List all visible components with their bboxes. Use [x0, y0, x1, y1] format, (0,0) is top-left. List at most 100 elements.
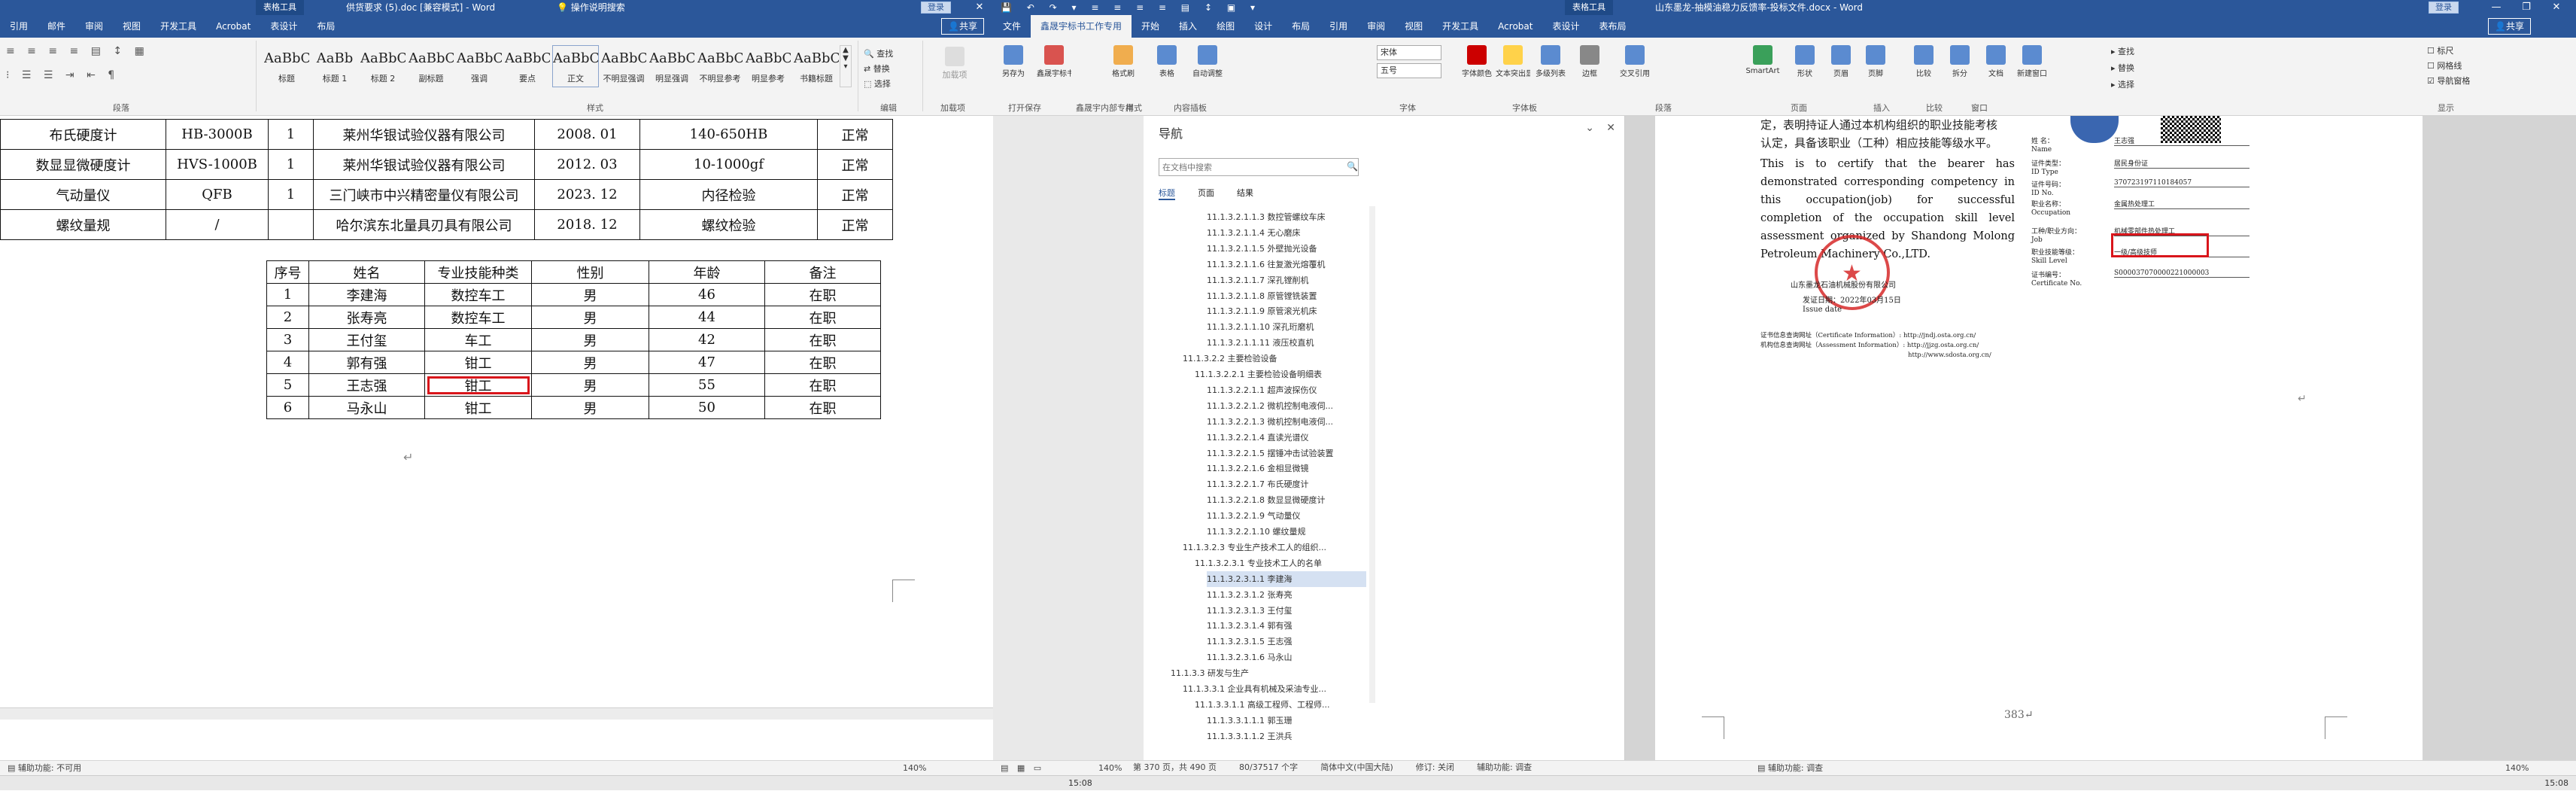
style-11[interactable]: AaBbCcDd书籍标题 [793, 45, 840, 87]
right-status-accessibility[interactable]: ▤ 辅助功能: 调查 [1757, 761, 1823, 776]
nav-heading-item[interactable]: 11.1.3.3.1.1.1 郭玉珊 [1207, 713, 1366, 729]
nav-heading-item[interactable]: 11.1.3.2.3 专业生产技术工人的组织... [1183, 540, 1366, 555]
right-ribbon-button-4[interactable]: 自动调整 [1190, 45, 1225, 78]
left-share-button[interactable]: 👤共享 [941, 18, 984, 35]
table-cell[interactable]: 55 [649, 374, 765, 397]
table-cell[interactable]: 在职 [765, 397, 881, 419]
table-cell[interactable]: 2023. 12 [535, 180, 640, 210]
table-cell[interactable]: 王付玺 [309, 329, 425, 351]
nav-heading-item[interactable]: 11.1.3.2.2.1 主要检验设备明细表 [1195, 367, 1366, 382]
table-cell[interactable]: 2 [267, 306, 309, 329]
table-cell[interactable]: 气动量仪 [1, 180, 166, 210]
nav-tab-results[interactable]: 结果 [1237, 187, 1253, 200]
right-tab-2[interactable]: 开始 [1132, 15, 1169, 38]
table-cell[interactable]: 1 [269, 180, 314, 210]
nav-pane-checkbox[interactable]: ☑ 导航窗格 [2427, 74, 2470, 89]
table-cell[interactable]: 男 [532, 284, 649, 306]
right-tab-13[interactable]: 表布局 [1589, 15, 1636, 38]
ruler-checkbox[interactable]: ☐ 标尺 [2427, 44, 2470, 59]
right-tab-8[interactable]: 审阅 [1357, 15, 1395, 38]
nav-heading-item[interactable]: 11.1.3.3.1.1 高级工程师、工程师... [1195, 697, 1366, 713]
right-ribbon-button-9[interactable]: 交叉引用 [1618, 45, 1652, 78]
style-1[interactable]: AaBb标题 1 [311, 45, 358, 87]
table-cell[interactable]: 10-1000gf [640, 150, 818, 180]
right-ribbon-button-14[interactable]: 比较 [1906, 45, 1941, 78]
status-page[interactable]: 第 370 页，共 490 页 [1133, 760, 1217, 775]
style-7[interactable]: AaBbCcDd不明显强调 [600, 45, 647, 87]
table-cell[interactable]: 性别 [532, 261, 649, 284]
table-cell[interactable]: 男 [532, 397, 649, 419]
table-cell[interactable]: 螺纹检验 [640, 210, 818, 240]
status-accessibility[interactable]: 辅助功能: 调查 [1477, 760, 1532, 775]
right-maximize-icon[interactable]: ❐ [2513, 0, 2540, 15]
table-cell[interactable]: HVS-1000B [166, 150, 269, 180]
table-cell[interactable]: 钳工 [425, 351, 532, 374]
nav-search-input[interactable] [1159, 158, 1359, 176]
table-cell[interactable]: 在职 [765, 329, 881, 351]
nav-heading-item[interactable]: 11.1.3.2.1.1.11 液压校直机 [1207, 335, 1366, 351]
right-tab-5[interactable]: 设计 [1244, 15, 1282, 38]
font-name-select[interactable]: 宋体 [1377, 45, 1441, 60]
right-tab-7[interactable]: 引用 [1320, 15, 1357, 38]
right-ribbon-button-18[interactable]: ▸ 查找 [2111, 45, 2146, 57]
table-cell[interactable]: 47 [649, 351, 765, 374]
right-tab-4[interactable]: 绘图 [1207, 15, 1244, 38]
left-document-area[interactable]: 布氏硬度计HB-3000B1莱州华银试验仪器有限公司2008. 01140-65… [0, 116, 993, 760]
table-cell[interactable]: 正常 [818, 120, 893, 150]
nav-heading-item[interactable]: 11.1.3.3 研发与生产 [1171, 665, 1366, 681]
table-cell[interactable]: 46 [649, 284, 765, 306]
right-zoom-percent[interactable]: 140% [1098, 761, 1122, 776]
table-cell[interactable]: 正常 [818, 180, 893, 210]
table-cell[interactable]: 4 [267, 351, 309, 374]
left-tab-developer[interactable]: 开发工具 [150, 15, 206, 38]
table-cell[interactable]: 专业技能种类 [425, 261, 532, 284]
right-tab-10[interactable]: 开发工具 [1432, 15, 1488, 38]
table-cell[interactable]: 3 [267, 329, 309, 351]
nav-heading-item[interactable]: 11.1.3.2.3.1.3 王付玺 [1207, 603, 1366, 619]
font-size-select[interactable]: 五号 [1377, 63, 1441, 78]
nav-heading-item[interactable]: 11.1.3.2.1.1.3 数控管螺纹车床 [1207, 209, 1366, 225]
left-status-accessibility[interactable]: ▤ 辅助功能: 不可用 [8, 761, 81, 776]
nav-heading-item[interactable]: 11.1.3.2.1.1.10 深孔珩磨机 [1207, 319, 1366, 335]
table-cell[interactable]: 男 [532, 306, 649, 329]
table-cell[interactable]: 王志强 [309, 374, 425, 397]
right-zoom-label[interactable]: 140% [2505, 761, 2529, 776]
right-ribbon-button-12[interactable]: 页眉 [1824, 45, 1858, 78]
right-minimize-icon[interactable]: — [2483, 0, 2510, 15]
style-3[interactable]: AaBbC副标题 [408, 45, 454, 87]
view-mode-icons[interactable]: ▤ ▦ ▭ [1001, 761, 1044, 776]
right-ribbon-button-2[interactable]: 格式刷 [1106, 45, 1141, 78]
style-10[interactable]: AaBbCcDd明显参考 [745, 45, 791, 87]
right-ribbon-button-7[interactable]: 多级列表 [1533, 45, 1568, 78]
right-ribbon-button-5[interactable]: 字体颜色 [1460, 45, 1494, 78]
right-tab-11[interactable]: Acrobat [1488, 15, 1542, 38]
status-language[interactable]: 简体中文(中国大陆) [1320, 760, 1393, 775]
table-cell[interactable] [269, 210, 314, 240]
nav-heading-item[interactable]: 11.1.3.2.2.1.6 金相显微镜 [1207, 461, 1366, 476]
left-find-button[interactable]: 🔍 查找 [864, 47, 893, 62]
nav-heading-item[interactable]: 11.1.3.2.1.1.7 深孔镗削机 [1207, 272, 1366, 288]
table-cell[interactable]: 男 [532, 374, 649, 397]
style-5[interactable]: AaBbCcDd要点 [504, 45, 551, 87]
right-sign-in-button[interactable]: 登录 [2429, 2, 2459, 14]
right-ribbon-button-8[interactable]: 边框 [1572, 45, 1607, 78]
nav-heading-item[interactable]: 11.1.3.2.1.1.4 无心磨床 [1207, 225, 1366, 241]
right-ribbon-button-15[interactable]: 拆分 [1943, 45, 1977, 78]
table-cell[interactable]: 50 [649, 397, 765, 419]
table-cell[interactable]: 44 [649, 306, 765, 329]
nav-heading-item[interactable]: 11.1.3.2.2.1.1 超声波探伤仪 [1207, 382, 1366, 398]
nav-heading-item[interactable]: 11.1.3.2.2.1.10 螺纹量规 [1207, 524, 1366, 540]
style-6[interactable]: AaBbCcDd正文 [552, 45, 599, 87]
table-cell[interactable]: 序号 [267, 261, 309, 284]
nav-heading-item[interactable]: 11.1.3.2.3.1.6 马永山 [1207, 650, 1366, 665]
right-ribbon-button-11[interactable]: 形状 [1788, 45, 1822, 78]
nav-pane-close-icon[interactable]: ✕ [1606, 122, 1615, 134]
left-close-icon[interactable]: ✕ [966, 0, 993, 15]
left-search-box[interactable]: 💡 操作说明搜索 [557, 0, 677, 15]
right-ribbon-button-6[interactable]: 文本突出显示 [1496, 45, 1530, 78]
table-cell[interactable]: 李建海 [309, 284, 425, 306]
table-cell[interactable]: 莱州华银试验仪器有限公司 [314, 150, 535, 180]
table-cell[interactable]: 哈尔滨东北量具刃具有限公司 [314, 210, 535, 240]
left-tab-table-design[interactable]: 表设计 [260, 15, 307, 38]
left-tab-review[interactable]: 审阅 [75, 15, 113, 38]
